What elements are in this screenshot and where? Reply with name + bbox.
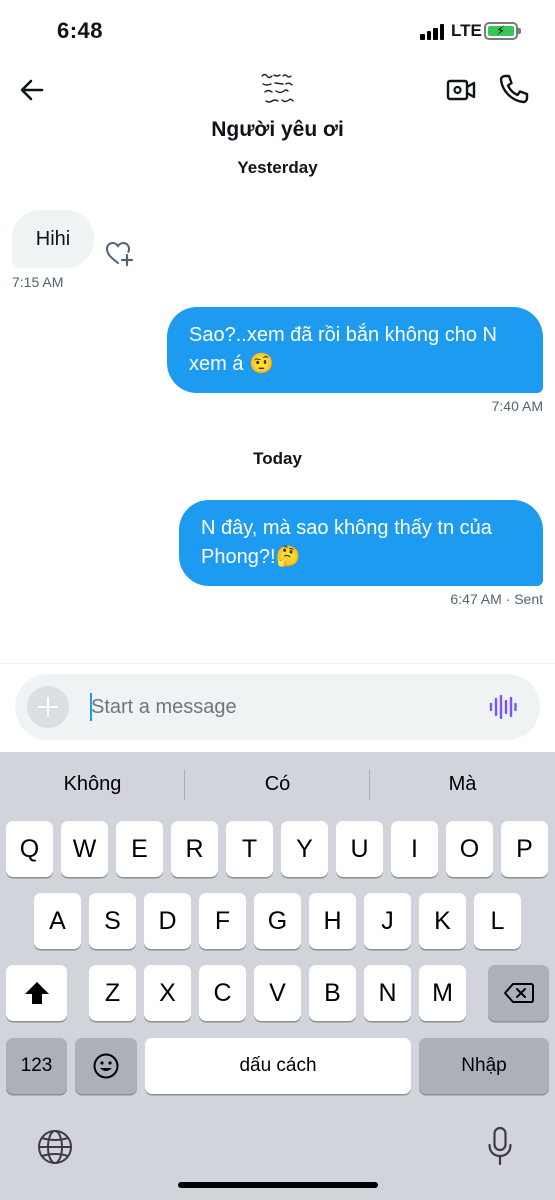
numbers-key[interactable]: 123: [6, 1038, 67, 1094]
date-separator-today: Today: [253, 449, 302, 468]
key-z[interactable]: Z: [89, 965, 136, 1021]
message-input[interactable]: [91, 691, 471, 723]
suggestion-item[interactable]: Không: [0, 752, 185, 816]
key-n[interactable]: N: [364, 965, 411, 1021]
key-u[interactable]: U: [336, 821, 383, 877]
microphone-icon[interactable]: [487, 1126, 513, 1166]
key-i[interactable]: I: [391, 821, 438, 877]
message-timestamp-sent: 6:47 AM · Sent: [450, 591, 543, 607]
date-separator-yesterday: Yesterday: [237, 158, 318, 177]
divider: [0, 663, 555, 664]
backspace-key[interactable]: [488, 965, 549, 1021]
key-k[interactable]: K: [419, 893, 466, 949]
video-call-icon[interactable]: [445, 74, 477, 106]
status-bar: 6:48 LTE ⚡: [0, 0, 555, 64]
key-q[interactable]: Q: [6, 821, 53, 877]
key-c[interactable]: C: [199, 965, 246, 1021]
contact-name[interactable]: Người yêu ơi: [0, 118, 555, 142]
message-composer: [15, 674, 540, 740]
emoji-icon: [93, 1053, 119, 1079]
key-f[interactable]: F: [199, 893, 246, 949]
key-h[interactable]: H: [309, 893, 356, 949]
key-y[interactable]: Y: [281, 821, 328, 877]
home-indicator[interactable]: [178, 1182, 378, 1188]
key-p[interactable]: P: [501, 821, 548, 877]
signal-icon: [420, 24, 446, 40]
shift-icon: [24, 982, 49, 1004]
suggestion-item[interactable]: Mà: [370, 752, 555, 816]
incoming-message-bubble[interactable]: Hihi: [12, 210, 94, 268]
outgoing-message-bubble[interactable]: N đây, mà sao không thấy tn của Phong?!🤔: [179, 500, 543, 586]
key-a[interactable]: A: [34, 893, 81, 949]
key-v[interactable]: V: [254, 965, 301, 1021]
space-key[interactable]: dấu cách: [145, 1038, 411, 1094]
message-text: N đây, mà sao không thấy tn của Phong?!🤔: [201, 517, 492, 568]
key-o[interactable]: O: [446, 821, 493, 877]
keyboard: Không Có Mà Q W E R T Y U I O P A S D F …: [0, 752, 555, 1200]
key-d[interactable]: D: [144, 893, 191, 949]
message-timestamp: 7:15 AM: [12, 274, 64, 290]
back-arrow-icon[interactable]: [16, 74, 48, 106]
key-x[interactable]: X: [144, 965, 191, 1021]
key-b[interactable]: B: [309, 965, 356, 1021]
backspace-icon: [503, 983, 534, 1003]
heart-plus-icon[interactable]: [104, 238, 134, 268]
key-l[interactable]: L: [474, 893, 521, 949]
status-time: 6:48: [57, 18, 104, 43]
globe-icon[interactable]: [36, 1128, 74, 1166]
key-j[interactable]: J: [364, 893, 411, 949]
return-key[interactable]: Nhập: [419, 1038, 549, 1094]
suggestion-item[interactable]: Có: [185, 752, 370, 816]
suggestion-bar: Không Có Mà: [0, 752, 555, 816]
emoji-key[interactable]: [75, 1038, 137, 1094]
phone-icon[interactable]: [497, 72, 529, 106]
plus-icon[interactable]: [27, 686, 69, 728]
key-r[interactable]: R: [171, 821, 218, 877]
voice-wave-icon[interactable]: [489, 694, 517, 720]
key-s[interactable]: S: [89, 893, 136, 949]
network-label: LTE: [451, 21, 482, 40]
key-g[interactable]: G: [254, 893, 301, 949]
message-text: Sao?..xem đã rồi bắn không cho N xem á 🤨: [189, 324, 497, 375]
avatar[interactable]: [256, 68, 300, 112]
outgoing-message-bubble[interactable]: Sao?..xem đã rồi bắn không cho N xem á 🤨: [167, 307, 543, 393]
shift-key[interactable]: [6, 965, 67, 1021]
battery-icon: ⚡: [484, 22, 521, 40]
key-m[interactable]: M: [419, 965, 466, 1021]
key-w[interactable]: W: [61, 821, 108, 877]
key-e[interactable]: E: [116, 821, 163, 877]
key-t[interactable]: T: [226, 821, 273, 877]
message-timestamp: 7:40 AM: [491, 398, 543, 414]
message-text: Hihi: [35, 227, 71, 250]
